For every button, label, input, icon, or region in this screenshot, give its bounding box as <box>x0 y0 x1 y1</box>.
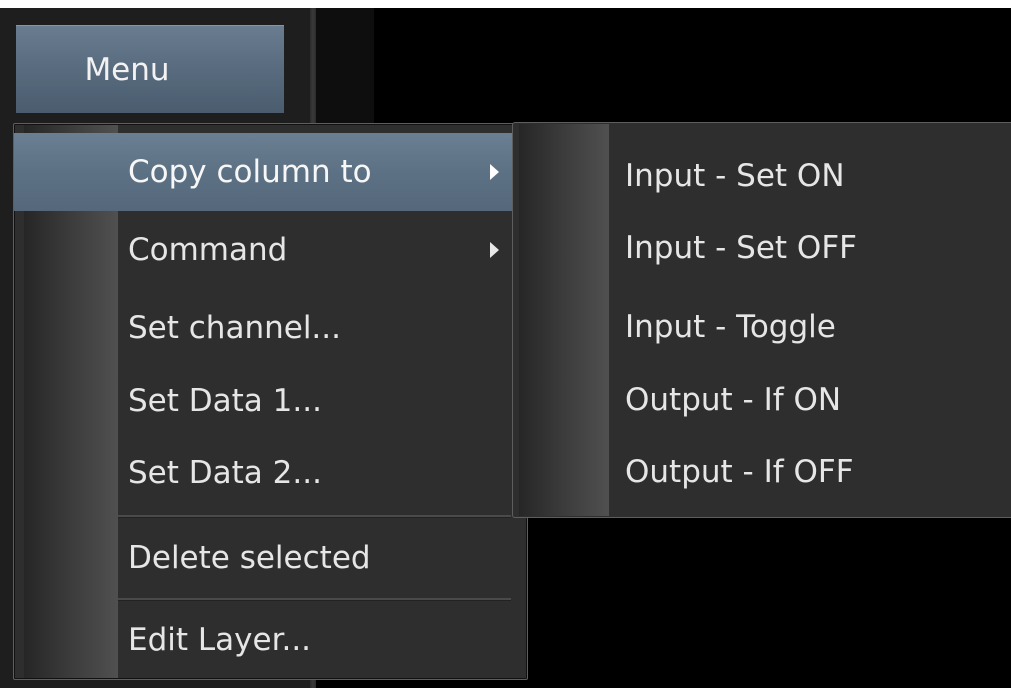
menu-item-command[interactable]: Command <box>14 211 527 289</box>
submenu-item-label: Input - Set ON <box>625 158 845 194</box>
menu-button-label: Menu <box>84 51 170 88</box>
menu-item-set-channel[interactable]: Set channel... <box>14 289 527 367</box>
submenu-item-label: Output - If OFF <box>625 454 854 490</box>
submenu-item-label: Output - If ON <box>625 382 842 418</box>
menu-item-label: Set Data 2... <box>128 455 322 491</box>
submenu-item-input-set-on[interactable]: Input - Set ON <box>513 137 1011 215</box>
submenu-item-label: Input - Toggle <box>625 309 836 345</box>
menu-item-label: Copy column to <box>128 154 372 190</box>
menu-button[interactable]: Menu <box>16 25 284 113</box>
submenu-item-label: Input - Set OFF <box>625 230 857 266</box>
dark-strip <box>316 8 374 128</box>
menu-item-set-data-1[interactable]: Set Data 1... <box>14 362 527 440</box>
screen: Menu Copy column to Command Set channel.… <box>0 0 1011 696</box>
menu-item-label: Command <box>128 232 288 268</box>
menu-item-label: Set channel... <box>128 310 341 346</box>
menu-separator <box>118 515 511 518</box>
menu-item-copy-column-to[interactable]: Copy column to <box>14 133 527 211</box>
menu-item-label: Delete selected <box>128 540 371 576</box>
submenu-item-input-toggle[interactable]: Input - Toggle <box>513 288 1011 366</box>
menu-item-label: Edit Layer... <box>128 622 312 658</box>
submenu-item-output-if-on[interactable]: Output - If ON <box>513 361 1011 439</box>
context-menu: Copy column to Command Set channel... Se… <box>13 123 528 680</box>
submenu-arrow-icon <box>490 164 499 180</box>
menu-item-label: Set Data 1... <box>128 383 322 419</box>
menu-item-set-data-2[interactable]: Set Data 2... <box>14 434 527 512</box>
submenu-item-input-set-off[interactable]: Input - Set OFF <box>513 209 1011 287</box>
menu-separator <box>118 598 511 601</box>
submenu-item-output-if-off[interactable]: Output - If OFF <box>513 433 1011 511</box>
menu-item-delete-selected[interactable]: Delete selected <box>14 519 527 597</box>
menu-item-edit-layer[interactable]: Edit Layer... <box>14 602 527 678</box>
copy-column-submenu: Input - Set ON Input - Set OFF Input - T… <box>512 122 1011 518</box>
submenu-arrow-icon <box>490 242 499 258</box>
